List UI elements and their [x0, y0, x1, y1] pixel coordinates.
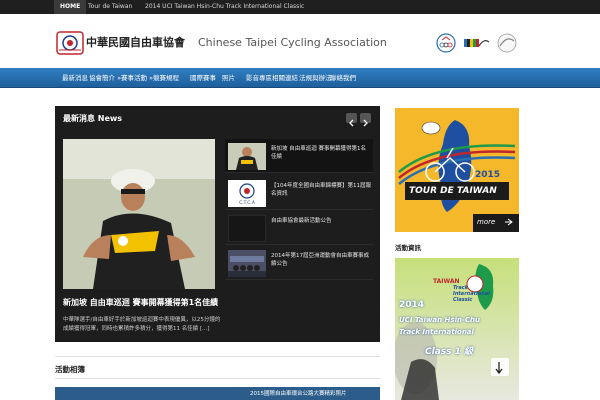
banner-title: TOUR DE TAIWAN [409, 186, 497, 196]
news-list-title: 【104年度全國自由車錦標賽】第11屆報名資訊 [271, 183, 371, 197]
tour-de-taiwan-banner[interactable]: 2015 TOUR DE TAIWAN more [395, 108, 519, 232]
section-divider [55, 356, 380, 357]
gallery-card-title: 2015國際自由車環台公路大賽精彩照片 [250, 391, 347, 397]
nav-item-international[interactable]: 國際賽事 [190, 68, 216, 88]
nav-item-about[interactable]: 協會簡介 » [89, 68, 121, 88]
gallery-card[interactable]: 2015國際自由車環台公路大賽精彩照片 [55, 387, 380, 400]
news-list-item[interactable]: 2014年第17屆亞洲運動會自由車賽事成績公告 [225, 246, 373, 280]
banner2-uci-label: UCI Taiwan Hsin-Chu [399, 316, 480, 324]
news-list-item[interactable]: C.T.C.A 【104年度全國自由車錦標賽】第11屆報名資訊 [225, 176, 373, 210]
nav-item-videos[interactable]: 影音專區 [246, 68, 272, 88]
chevron-right-icon [363, 119, 368, 127]
news-thumbnail: C.T.C.A [228, 180, 266, 207]
featured-caption[interactable]: 新加坡 自由車巡迴 賽事開幕獲得第1名佳績 [63, 297, 218, 308]
brand-english-name[interactable]: Chinese Taipei Cycling Association [198, 36, 387, 49]
news-list-item[interactable]: 新加坡 自由車巡迴 賽事開幕獲得第1名佳績 [225, 139, 373, 173]
nav-item-links[interactable]: 相關連結 [272, 68, 298, 88]
slider-prev-button[interactable] [346, 113, 357, 127]
nav-item-events[interactable]: 賽事活動 » [121, 68, 153, 88]
nav-item-photos[interactable]: 照片 [222, 68, 235, 88]
section-heading: 活動相簿 [55, 365, 85, 374]
chevron-left-icon [349, 119, 354, 127]
sport-administration-icon[interactable] [494, 32, 520, 54]
site-header: 中華民國自由車協會 Chinese Taipei Cycling Associa… [0, 14, 600, 68]
banner2-track-label: Track International Classic [453, 285, 490, 303]
news-list-title: 自由車協會最新活動公告 [271, 218, 332, 224]
topbar-tour-de-taiwan-link[interactable]: Tour de Taiwan [88, 0, 132, 14]
banner-year: 2015 [475, 170, 501, 180]
banner2-year: 2014 [399, 300, 425, 310]
nav-item-rules[interactable]: 競賽規程 [153, 68, 179, 88]
cyclist-photo [63, 139, 215, 289]
featured-excerpt: 中華隊選手/自由車好手於新加坡巡迴賽中表現優異，以25分鐘的成績獲得冠軍，同時也… [63, 317, 221, 332]
uci-logo-icon[interactable] [462, 32, 490, 54]
track-classic-banner[interactable]: TAIWAN Track International Classic 2014 … [395, 258, 519, 400]
featured-news-image[interactable] [63, 139, 215, 289]
news-slider: 最新消息 News 新加坡 自由車巡迴 賽事開幕獲得第1名佳績 中華隊選手/自由… [55, 106, 380, 342]
section-divider [55, 378, 380, 379]
news-thumbnail [228, 215, 266, 242]
slider-title: 最新消息 News [63, 114, 123, 123]
banner2-track-international-label: Track International [399, 328, 474, 336]
brand-chinese-name[interactable]: 中華民國自由車協會 [86, 34, 185, 50]
ctca-logo-icon[interactable] [56, 31, 84, 55]
topbar-track-classic-link[interactable]: 2014 UCI Taiwan Hsin-Chu Track Internati… [145, 0, 304, 14]
news-thumbnail [228, 250, 266, 277]
slider-next-button[interactable] [360, 113, 371, 127]
nav-item-contact[interactable]: 聯絡我們 [330, 68, 356, 88]
olympic-committee-icon[interactable] [434, 32, 458, 54]
ctca-thumb-label: C.T.C.A [239, 200, 256, 206]
nav-item-news[interactable]: 最新消息 [62, 68, 88, 88]
nav-item-regulations[interactable]: 法規與辦法 [299, 68, 332, 88]
banner2-taiwan-label: TAIWAN [433, 278, 460, 285]
main-nav: 最新消息 協會簡介 » 賽事活動 » 競賽規程 國際賽事 照片 影音專區 相關連… [0, 68, 600, 88]
tour-badge-icon [421, 121, 441, 135]
banner-more-link[interactable]: more [477, 218, 495, 226]
news-list-title: 新加坡 自由車巡迴 賽事開幕獲得第1名佳績 [271, 146, 366, 160]
news-thumbnail [228, 143, 266, 170]
sidebar-heading: 活動資訊 [395, 244, 421, 252]
top-bar: HOME Tour de Taiwan 2014 UCI Taiwan Hsin… [0, 0, 600, 14]
news-list-item[interactable]: 自由車協會最新活動公告 [225, 211, 373, 245]
news-list-title: 2014年第17屆亞洲運動會自由車賽事成績公告 [271, 253, 369, 267]
tour-de-taiwan-banner-graphic [395, 108, 519, 232]
banner2-class-label: Class 1 級 [425, 347, 474, 357]
topbar-home-link[interactable]: HOME [54, 0, 87, 14]
